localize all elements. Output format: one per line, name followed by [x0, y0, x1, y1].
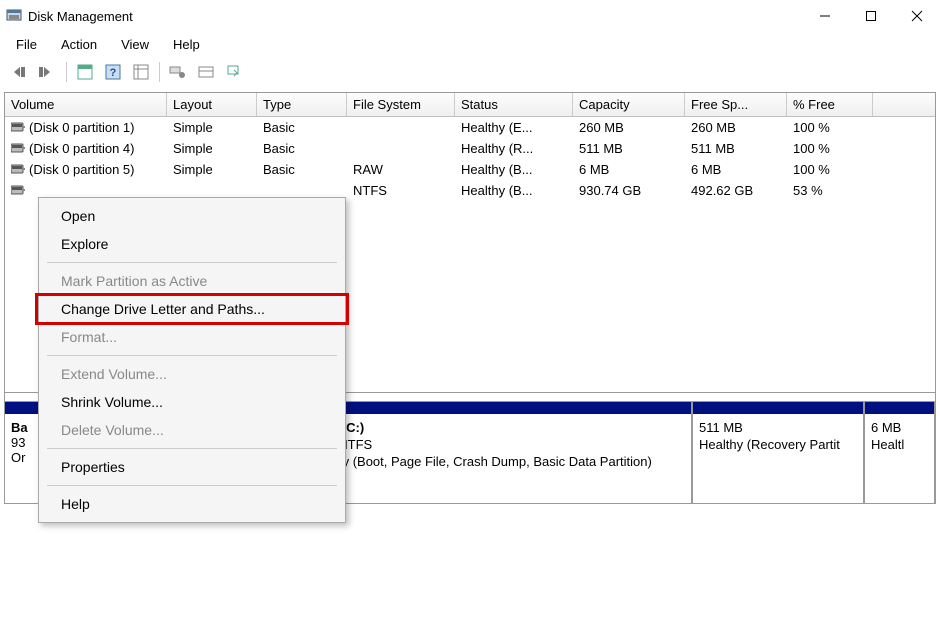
cell-volume: (Disk 0 partition 5) [5, 161, 167, 178]
toolbar-view-icon[interactable] [71, 60, 99, 84]
table-row[interactable]: (Disk 0 partition 4) SimpleBasic Healthy (… [5, 138, 935, 159]
app-icon [6, 8, 22, 24]
menu-file[interactable]: File [6, 35, 47, 54]
menu-bar: File Action View Help [0, 32, 940, 56]
cell-layout: Simple [167, 119, 257, 136]
cell-capacity: 6 MB [573, 161, 685, 178]
partition-recovery[interactable]: 511 MB Healthy (Recovery Partit [692, 401, 864, 504]
ctx-delete-volume: Delete Volume... [39, 416, 345, 444]
cell-pctfree: 100 % [787, 140, 873, 157]
col-status[interactable]: Status [455, 93, 573, 117]
cell-capacity: 260 MB [573, 119, 685, 136]
cell-type [257, 190, 347, 192]
cell-free: 6 MB [685, 161, 787, 178]
window-controls [802, 0, 940, 32]
toolbar: ? [0, 56, 940, 88]
ctx-extend-volume: Extend Volume... [39, 360, 345, 388]
partition-windows[interactable]: dows (C:) 4 GB NTFS Healthy (Boot, Page … [298, 401, 692, 504]
cell-text: (Disk 0 partition 5) [29, 162, 134, 177]
part-line1: dows (C:) [305, 420, 685, 437]
col-layout[interactable]: Layout [167, 93, 257, 117]
ctx-shrink-volume[interactable]: Shrink Volume... [39, 388, 345, 416]
context-menu: Open Explore Mark Partition as Active Ch… [38, 197, 346, 523]
cell-free: 260 MB [685, 119, 787, 136]
cell-fs [347, 148, 455, 150]
window-title: Disk Management [28, 9, 802, 24]
cell-text: (Disk 0 partition 4) [29, 141, 134, 156]
cell-status: Healthy (E... [455, 119, 573, 136]
cell-layout: Simple [167, 161, 257, 178]
ctx-mark-active: Mark Partition as Active [39, 267, 345, 295]
cell-pctfree: 53 % [787, 182, 873, 199]
part-line3: Healthy (Boot, Page File, Crash Dump, Ba… [305, 454, 685, 471]
col-fs[interactable]: File System [347, 93, 455, 117]
col-free[interactable]: Free Sp... [685, 93, 787, 117]
maximize-button[interactable] [848, 0, 894, 32]
col-type[interactable]: Type [257, 93, 347, 117]
volume-icon [11, 142, 25, 156]
cell-type: Basic [257, 161, 347, 178]
cell-volume: (Disk 0 partition 4) [5, 140, 167, 157]
minimize-button[interactable] [802, 0, 848, 32]
part-line3: Healtl [871, 437, 928, 454]
volume-icon [11, 163, 25, 177]
cell-status: Healthy (B... [455, 161, 573, 178]
cell-capacity: 511 MB [573, 140, 685, 157]
cell-layout: Simple [167, 140, 257, 157]
close-button[interactable] [894, 0, 940, 32]
menu-action[interactable]: Action [51, 35, 107, 54]
partition-raw[interactable]: 6 MB Healtl [864, 401, 935, 504]
volume-icon [11, 184, 25, 198]
part-line3: Healthy (Recovery Partit [699, 437, 857, 454]
col-pctfree[interactable]: % Free [787, 93, 873, 117]
column-headers: Volume Layout Type File System Status Ca… [5, 93, 935, 117]
cell-type: Basic [257, 119, 347, 136]
toolbar-extra2-icon[interactable] [220, 60, 248, 84]
part-line2: 511 MB [699, 420, 857, 437]
back-button[interactable] [6, 60, 34, 84]
cell-layout [167, 190, 257, 192]
toolbar-list-icon[interactable] [127, 60, 155, 84]
toolbar-settings-icon[interactable] [164, 60, 192, 84]
cell-text: (Disk 0 partition 1) [29, 120, 134, 135]
svg-text:?: ? [110, 67, 117, 79]
part-line2: 4 GB NTFS [305, 437, 685, 454]
ctx-change-drive-letter[interactable]: Change Drive Letter and Paths... [37, 295, 347, 323]
ctx-explore[interactable]: Explore [39, 230, 345, 258]
col-volume[interactable]: Volume [5, 93, 167, 117]
toolbar-extra1-icon[interactable] [192, 60, 220, 84]
forward-button[interactable] [34, 60, 62, 84]
cell-fs: NTFS [347, 182, 455, 199]
title-bar: Disk Management [0, 0, 940, 32]
cell-pctfree: 100 % [787, 161, 873, 178]
cell-pctfree: 100 % [787, 119, 873, 136]
ctx-format: Format... [39, 323, 345, 351]
cell-capacity: 930.74 GB [573, 182, 685, 199]
toolbar-help-icon[interactable]: ? [99, 60, 127, 84]
ctx-properties[interactable]: Properties [39, 453, 345, 481]
part-line2: 6 MB [871, 420, 928, 437]
cell-free: 511 MB [685, 140, 787, 157]
ctx-open[interactable]: Open [39, 202, 345, 230]
volume-icon [11, 121, 25, 135]
menu-help[interactable]: Help [163, 35, 210, 54]
table-row[interactable]: (Disk 0 partition 1) SimpleBasic Healthy (… [5, 117, 935, 138]
cell-fs [347, 127, 455, 129]
cell-volume: (Disk 0 partition 1) [5, 119, 167, 136]
cell-status: Healthy (R... [455, 140, 573, 157]
cell-type: Basic [257, 140, 347, 157]
col-capacity[interactable]: Capacity [573, 93, 685, 117]
cell-fs: RAW [347, 161, 455, 178]
cell-free: 492.62 GB [685, 182, 787, 199]
menu-view[interactable]: View [111, 35, 159, 54]
cell-status: Healthy (B... [455, 182, 573, 199]
table-row[interactable]: (Disk 0 partition 5) SimpleBasicRAWHealth… [5, 159, 935, 180]
ctx-help[interactable]: Help [39, 490, 345, 518]
